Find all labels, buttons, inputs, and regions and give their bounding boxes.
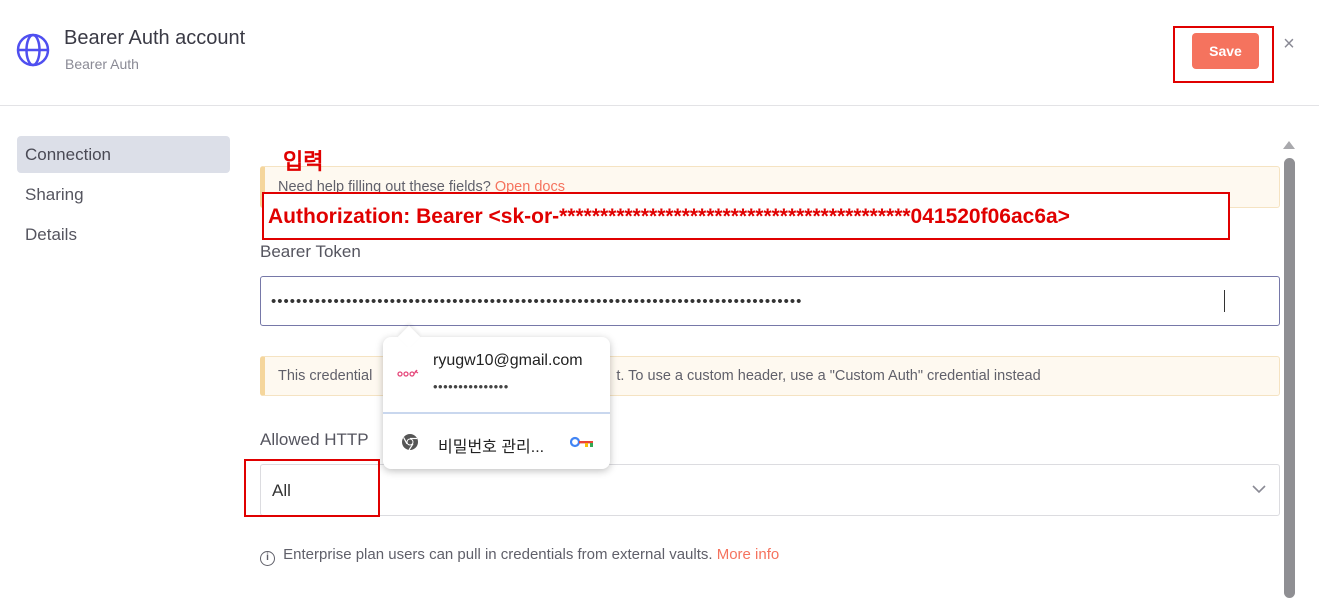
password-manager-option[interactable]: 비밀번호 관리... <box>383 414 610 469</box>
saved-password-dots: ••••••••••••••• <box>433 379 509 394</box>
scroll-up-arrow[interactable] <box>1283 141 1295 149</box>
allowed-http-select[interactable]: All <box>260 464 1280 516</box>
info-icon: i <box>260 551 275 566</box>
password-manager-label: 비밀번호 관리... <box>438 439 545 456</box>
allowed-http-label: Allowed HTTP <box>260 430 369 449</box>
text-caret <box>1224 290 1225 312</box>
google-key-icon <box>570 436 593 448</box>
close-icon[interactable]: × <box>1279 34 1299 54</box>
scrollbar-thumb[interactable] <box>1284 158 1295 598</box>
sidebar-nav: Connection Sharing Details <box>17 136 230 256</box>
sidebar-item-details[interactable]: Details <box>17 216 230 253</box>
globe-icon <box>16 33 50 67</box>
sidebar-item-sharing[interactable]: Sharing <box>17 176 230 213</box>
credential-notice-end: t. To use a custom header, use a "Custom… <box>616 368 1041 384</box>
saved-credential-option[interactable]: ryugw10@gmail.com ••••••••••••••• <box>383 337 610 412</box>
sidebar-item-connection[interactable]: Connection <box>17 136 230 173</box>
annotation-korean-label: 입력 <box>283 149 324 174</box>
page-title: Bearer Auth account <box>64 27 246 49</box>
vault-info: i Enterprise plan users can pull in cred… <box>260 546 779 566</box>
saved-email: ryugw10@gmail.com <box>433 352 583 369</box>
page-subtitle: Bearer Auth <box>65 56 139 72</box>
chevron-down-icon <box>1252 485 1266 494</box>
bearer-token-label: Bearer Token <box>260 242 361 261</box>
bearer-token-input[interactable] <box>260 276 1280 326</box>
header: Bearer Auth account Bearer Auth Save × <box>0 0 1319 106</box>
password-autofill-popup: ryugw10@gmail.com ••••••••••••••• 비밀번호 관… <box>383 325 610 469</box>
more-info-link[interactable]: More info <box>717 546 780 563</box>
annotation-box-allowed-http <box>244 459 380 517</box>
annotation-auth-header: Authorization: Bearer <sk-or-***********… <box>262 192 1230 240</box>
vault-info-text: Enterprise plan users can pull in creden… <box>283 546 713 563</box>
credential-notice-start: This credential <box>278 368 373 384</box>
annotation-box-save <box>1173 26 1274 83</box>
chrome-icon <box>402 434 418 451</box>
passkey-icon <box>397 369 419 377</box>
